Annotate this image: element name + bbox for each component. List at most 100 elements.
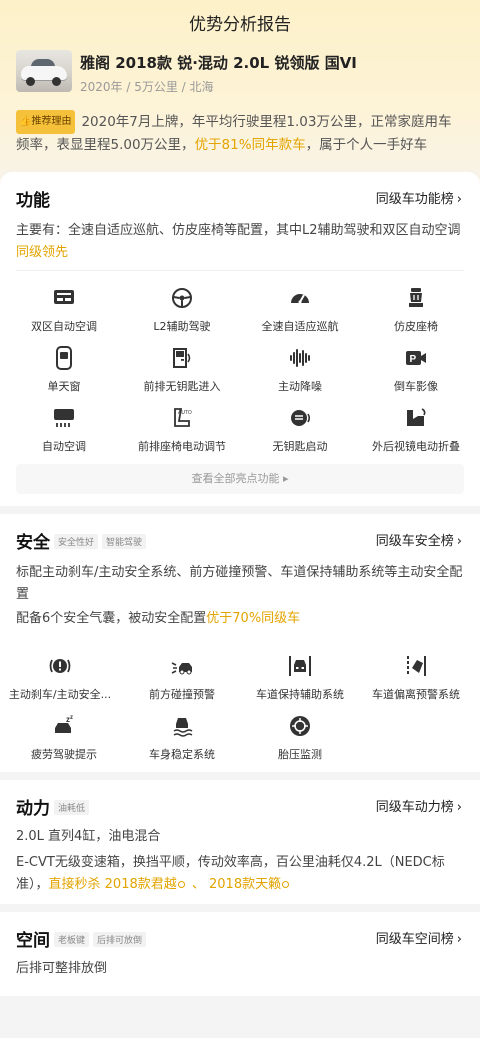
safety-item[interactable]: zz 疲劳驾驶提示 xyxy=(4,714,124,772)
function-grid: 双区自动空调 L2辅助驾驶 全速自适应巡航 仿皮座椅 单天窗 前排无钥匙进入 主… xyxy=(0,286,480,466)
feature-item[interactable]: 单天窗 xyxy=(4,346,124,404)
sunroof-icon xyxy=(56,346,72,370)
space-card: 空间 老板键 后排可放倒 同级车空间榜 › 后排可整排放倒 xyxy=(0,912,480,996)
feature-label: 前方碰撞预警 xyxy=(149,688,215,701)
feature-label: 外后视镜电动折叠 xyxy=(372,440,460,453)
power-engine: 2.0L 直列4缸，油电混合 xyxy=(16,829,161,844)
lane-keep-icon xyxy=(289,656,311,676)
car-thumbnail[interactable] xyxy=(16,50,72,92)
esp-icon xyxy=(173,718,193,737)
feature-label: 主动降噪 xyxy=(278,380,322,393)
car-name: 雅阁 2018款 锐·混动 2.0L 锐领版 国VI xyxy=(80,54,357,72)
steering-wheel-icon xyxy=(172,288,192,308)
compare-link-b[interactable]: 2018款天籁 xyxy=(209,877,292,892)
power-rank-link[interactable]: 同级车动力榜 › xyxy=(376,796,462,815)
safety-item[interactable]: 胎压监测 xyxy=(240,714,360,772)
feature-item[interactable]: 前排无钥匙进入 xyxy=(122,346,242,404)
feature-label: 全速自适应巡航 xyxy=(261,320,339,333)
mirror-fold-icon xyxy=(407,408,426,426)
function-summary: 主要有：全速自适应巡航、仿皮座椅等配置，其中L2辅助驾驶和双区自动空调同级领先 xyxy=(16,223,461,260)
report-header: 优势分析报告 雅阁 2018款 锐·混动 2.0L 锐领版 国VI 2020年 … xyxy=(0,0,480,190)
collision-warning-icon xyxy=(171,662,192,675)
safety-rank-link[interactable]: 同级车安全榜 › xyxy=(376,530,462,549)
feature-item[interactable]: 无钥匙启动 xyxy=(240,406,360,464)
door-keyless-icon xyxy=(173,348,191,368)
function-card: 功能 同级车功能榜 › 主要有：全速自适应巡航、仿皮座椅等配置，其中L2辅助驾驶和… xyxy=(0,172,480,506)
svg-text:z: z xyxy=(70,715,73,721)
feature-item[interactable]: AUTO 前排座椅电动调节 xyxy=(122,406,242,464)
space-detail: 后排可整排放倒 xyxy=(16,961,108,976)
seat-icon xyxy=(409,288,423,307)
svg-text:AUTO: AUTO xyxy=(178,410,192,416)
power-title: 动力 xyxy=(16,799,50,819)
brake-warning-icon xyxy=(49,659,71,673)
feature-label: 车道偏离预警系统 xyxy=(372,688,460,701)
power-card: 动力 油耗低 同级车动力榜 › 2.0L 直列4缸，油电混合 E-CVT无级变速箱，… xyxy=(0,780,480,904)
recommend-reason: 👍推荐理由 2020年7月上牌，年平均行驶里程1.03万公里，正常家庭用车频率，… xyxy=(16,110,464,162)
ac-panel-icon xyxy=(54,290,74,304)
soundwave-icon xyxy=(290,349,310,367)
safety-title: 安全 xyxy=(16,533,50,553)
safety-grid: 主动刹车/主动安全... 前方碰撞预警 车道保持辅助系统 车道偏离预警系统 zz… xyxy=(0,654,480,774)
feature-item[interactable]: 主动降噪 xyxy=(240,346,360,404)
feature-item[interactable]: 全速自适应巡航 xyxy=(240,286,360,344)
feature-item[interactable]: 仿皮座椅 xyxy=(356,286,476,344)
tire-pressure-icon xyxy=(290,716,310,736)
ac-unit-icon xyxy=(54,409,74,427)
safety-card: 安全 安全性好 智能驾驶 同级车安全榜 › 标配主动刹车/主动安全系统、前方碰撞预警、… xyxy=(0,514,480,772)
safety-item[interactable]: 车道偏离预警系统 xyxy=(356,654,476,712)
feature-label: 胎压监测 xyxy=(278,748,322,761)
space-title-row: 空间 老板键 后排可放倒 xyxy=(16,926,147,951)
feature-label: 自动空调 xyxy=(42,440,86,453)
feature-label: 前排无钥匙进入 xyxy=(143,380,221,393)
divider xyxy=(16,270,464,271)
feature-label: 车道保持辅助系统 xyxy=(256,688,344,701)
feature-label: 单天窗 xyxy=(47,380,81,393)
space-tag: 后排可放倒 xyxy=(93,932,147,947)
feature-label: 前排座椅电动调节 xyxy=(138,440,226,453)
feature-label: 双区自动空调 xyxy=(31,320,97,333)
car-meta: 2020年 / 5万公里 / 北海 xyxy=(80,80,214,94)
feature-item[interactable]: 外后视镜电动折叠 xyxy=(356,406,476,464)
parking-camera-icon: P xyxy=(406,351,426,365)
function-title: 功能 xyxy=(16,191,50,211)
safety-para-passive: 配备6个安全气囊，被动安全配置优于70%同级车 xyxy=(16,611,301,626)
function-rank-link[interactable]: 同级车功能榜 › xyxy=(376,188,462,207)
safety-item[interactable]: 车身稳定系统 xyxy=(122,714,242,772)
chevron-right-icon: › xyxy=(456,534,462,549)
view-all-features-button[interactable]: 查看全部亮点功能 ▸ xyxy=(16,464,464,494)
feature-item[interactable]: 自动空调 xyxy=(4,406,124,464)
safety-item[interactable]: 前方碰撞预警 xyxy=(122,654,242,712)
safety-tag: 智能驾驶 xyxy=(102,534,147,549)
safety-item[interactable]: 车道保持辅助系统 xyxy=(240,654,360,712)
power-tag: 油耗低 xyxy=(54,800,90,815)
cruise-gauge-icon xyxy=(291,293,309,304)
feature-label: 倒车影像 xyxy=(394,380,438,393)
feature-item[interactable]: L2辅助驾驶 xyxy=(122,286,242,344)
feature-label: L2辅助驾驶 xyxy=(153,320,211,333)
search-icon xyxy=(177,881,185,888)
thumbs-up-icon: 👍 xyxy=(19,116,32,127)
space-tag: 老板键 xyxy=(54,932,90,947)
power-title-row: 动力 油耗低 xyxy=(16,794,90,819)
recommend-badge: 👍推荐理由 xyxy=(16,110,76,134)
svg-text:P: P xyxy=(410,354,417,365)
chevron-right-icon: › xyxy=(456,192,462,207)
lane-departure-icon xyxy=(407,656,426,676)
auto-seat-icon: AUTO xyxy=(174,408,192,427)
chevron-right-icon: › xyxy=(456,932,462,947)
compare-link-a[interactable]: 直接秒杀 2018款君越 xyxy=(49,877,188,892)
start-button-icon xyxy=(291,410,311,426)
feature-label: 主动刹车/主动安全... xyxy=(8,688,112,701)
recommend-text-b: ，属于个人一手好车 xyxy=(305,137,428,153)
feature-label: 疲劳驾驶提示 xyxy=(31,748,97,761)
space-rank-link[interactable]: 同级车空间榜 › xyxy=(376,928,462,947)
safety-tag: 安全性好 xyxy=(54,534,99,549)
search-icon xyxy=(282,881,290,888)
space-title: 空间 xyxy=(16,931,50,951)
safety-item[interactable]: 主动刹车/主动安全... xyxy=(0,654,120,712)
feature-item[interactable]: 双区自动空调 xyxy=(4,286,124,344)
feature-item[interactable]: P 倒车影像 xyxy=(356,346,476,404)
feature-label: 车身稳定系统 xyxy=(149,748,215,761)
fatigue-icon: zz xyxy=(55,715,73,733)
